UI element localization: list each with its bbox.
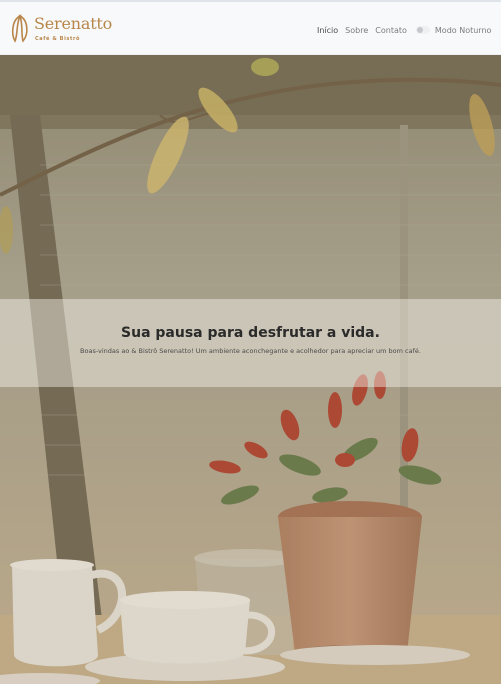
brand-name: Serenatto xyxy=(34,14,113,33)
toggle-knob xyxy=(416,27,423,33)
hero-text-band xyxy=(0,299,501,387)
coffee-bean-icon xyxy=(11,14,28,43)
main-nav: Início Sobre Contato Modo Noturno xyxy=(317,24,491,36)
nav-link-sobre[interactable]: Sobre xyxy=(345,26,368,35)
dark-mode-label: Modo Noturno xyxy=(434,25,492,35)
nav-link-inicio[interactable]: Início xyxy=(317,26,338,35)
toggle-switch[interactable] xyxy=(415,26,430,34)
brand-logo[interactable]: Serenatto Café & Bistrô xyxy=(9,12,119,46)
brand-tagline: Café & Bistrô xyxy=(35,36,81,42)
hero-subtitle: Boas-vindas ao & Bistrô Serenatto! Um am… xyxy=(80,347,421,355)
hero-title: Sua pausa para desfrutar a vida. xyxy=(121,325,380,341)
navbar: Serenatto Café & Bistrô Início Sobre Con… xyxy=(0,2,501,55)
dark-mode-toggle[interactable]: Modo Noturno xyxy=(415,25,492,35)
nav-link-contato[interactable]: Contato xyxy=(375,26,407,35)
hero-section: Sua pausa para desfrutar a vida. Boas-vi… xyxy=(0,55,501,684)
